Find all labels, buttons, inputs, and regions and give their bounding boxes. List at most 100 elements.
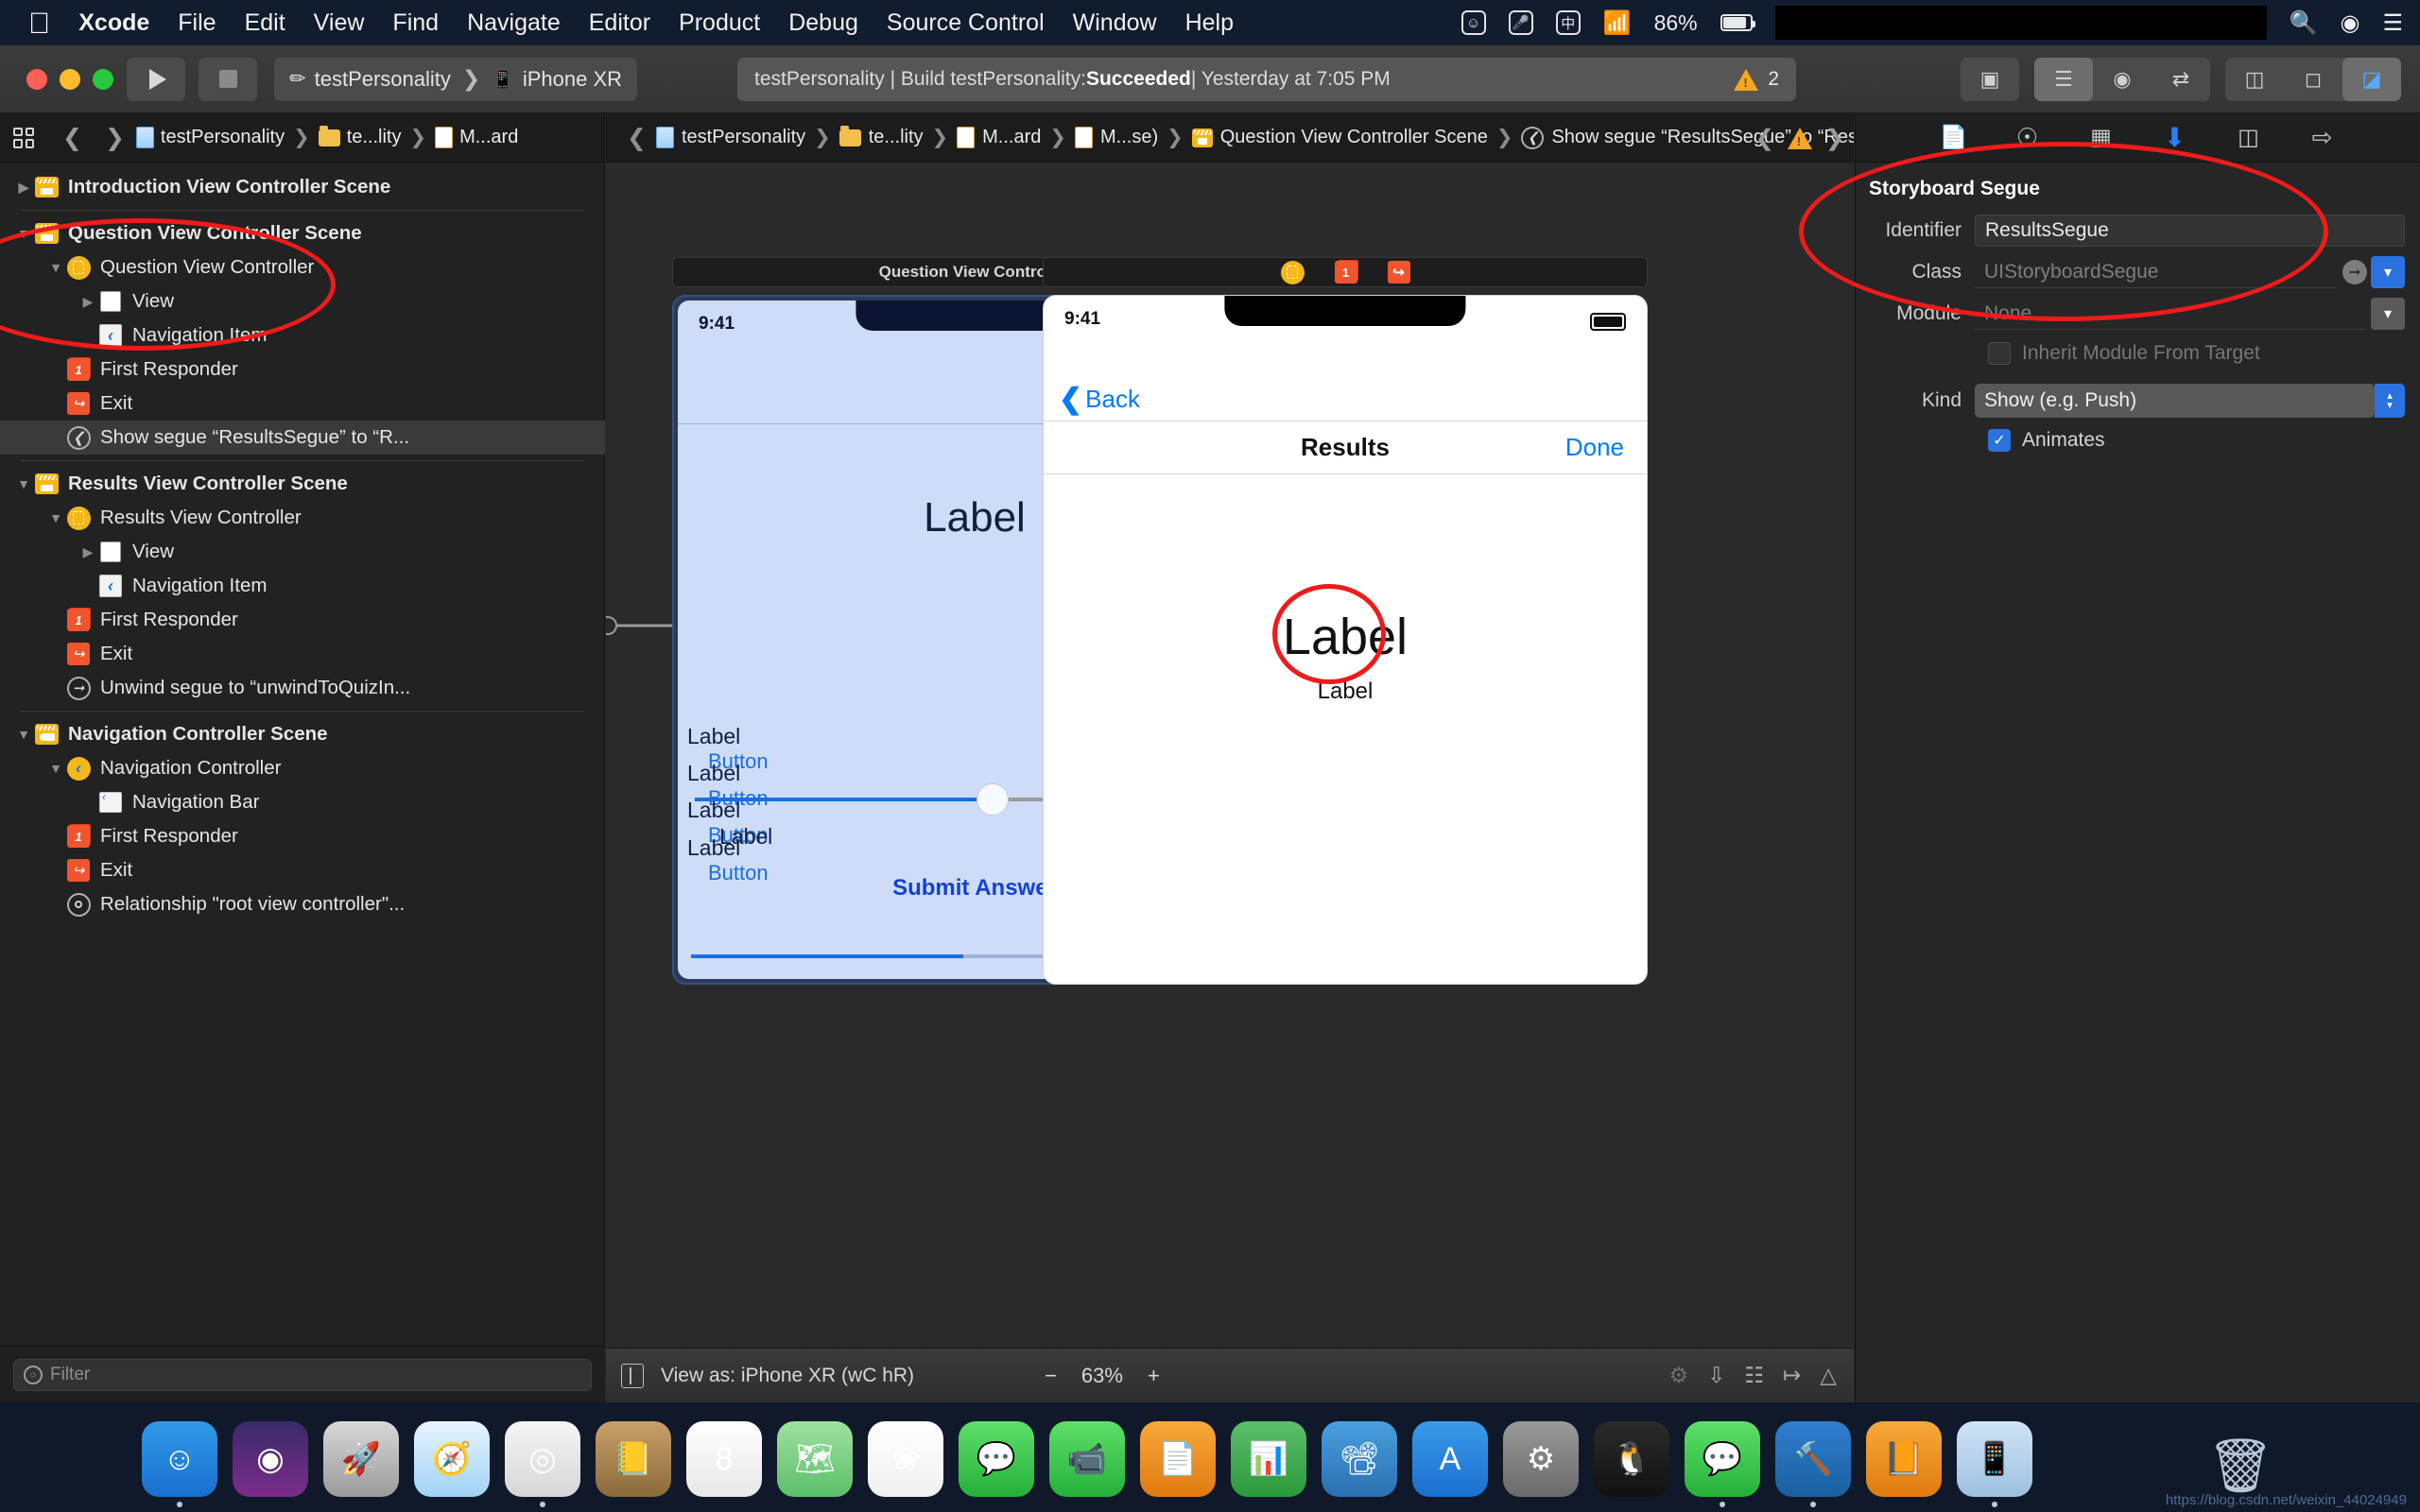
align-icon[interactable]: ☷ [1744,1363,1764,1388]
breadcrumb-storyboard[interactable]: M...ard [435,127,518,148]
grid-view-icon[interactable] [13,127,34,148]
library-button[interactable]: ▣ [1961,58,2019,101]
filter-input[interactable]: ○ Filter [13,1358,592,1391]
disclosure-triangle-expanded-icon[interactable]: ▼ [45,758,66,779]
menu-item-navigate[interactable]: Navigate [467,9,561,37]
close-window-button[interactable] [26,68,47,90]
jump-to-class-icon[interactable]: ➞ [2342,260,2367,284]
tree-row[interactable]: 1 First Responder [0,352,605,387]
disclosure-triangle-expanded-icon[interactable]: ▼ [45,507,66,528]
version-editor-button[interactable]: ⇄ [2152,58,2210,101]
size-inspector-icon[interactable]: ◫ [2233,123,2265,153]
view-as-label[interactable]: View as: iPhone XR (wC hR) [661,1365,914,1387]
animates-checkbox[interactable]: ✓ [1988,429,2011,452]
menu-item-window[interactable]: Window [1073,9,1157,37]
pin-icon[interactable]: ↦ [1783,1363,1801,1388]
results-view-controller-preview[interactable]: 9:41 ❮ Back Results Done Label Label [1043,295,1648,985]
editor-crumb-scene[interactable]: Question View Controller Scene [1191,127,1488,148]
activity-status-bar[interactable]: testPersonality | Build testPersonality:… [737,58,1796,101]
exit-icon[interactable]: ↪ [1387,261,1410,284]
tree-row[interactable]: ‹ Navigation Item [0,569,605,603]
dock-app-settings[interactable]: ⚙ [1503,1421,1579,1497]
disclosure-triangle-collapsed-icon[interactable]: ▶ [78,541,98,562]
assistant-editor-button[interactable]: ◉ [2093,58,2152,101]
warning-triangle-icon[interactable] [1787,127,1812,149]
tree-row[interactable]: 1 First Responder [0,819,605,853]
dock-app-appstore[interactable]: A [1412,1421,1488,1497]
menu-item-help[interactable]: Help [1185,9,1234,37]
dock-app-qq[interactable]: 🐧 [1594,1421,1669,1497]
class-input[interactable]: UIStoryboardSegue [1975,256,2337,288]
tree-row[interactable]: ▶ View [0,535,605,569]
interface-builder-canvas[interactable]: Question View Controller 9:41 Label Labe… [606,163,1854,1348]
tree-row[interactable]: ‹ Navigation Item [0,318,605,352]
embed-in-icon[interactable]: ⇩ [1707,1363,1725,1388]
run-button[interactable] [127,57,185,101]
back-arrow-icon[interactable]: ❮ [62,124,82,152]
dock-app-chrome[interactable]: ◎ [505,1421,580,1507]
module-input[interactable]: None [1975,298,2367,330]
editor-crumb-group[interactable]: te...lity [838,125,924,148]
device-bezel-toggle-icon[interactable] [621,1363,644,1388]
menu-item-debug[interactable]: Debug [788,9,858,37]
scheme-selector[interactable]: ✏ testPersonality ❯ 📱 iPhone XR [274,57,638,101]
dock-app-calendar[interactable]: 8 [686,1421,762,1497]
next-issue-icon[interactable]: ❯ [1825,125,1844,152]
wifi-icon[interactable]: 📶 [1603,9,1632,37]
first-responder-icon[interactable]: 1 [1334,261,1357,284]
tree-row[interactable]: ▼ Question View Controller [0,250,605,284]
back-button[interactable]: ❮ Back [1059,383,1140,416]
control-center-icon[interactable]: ☰ [2382,9,2403,37]
maximize-window-button[interactable] [93,68,113,90]
minimize-window-button[interactable] [60,68,80,90]
dock-app-pages[interactable]: 📄 [1140,1421,1216,1497]
menu-item-xcode[interactable]: Xcode [78,9,149,37]
right-scene-dock-bar[interactable]: 1 ↪ [1043,257,1648,287]
module-dropdown-button[interactable]: ▾ [2371,298,2405,330]
identity-inspector-icon[interactable]: ▦ [2085,123,2118,153]
tree-row[interactable]: ❮ Show segue “ResultsSegue” to “R... [0,421,605,455]
menu-item-editor[interactable]: Editor [589,9,650,37]
menu-item-source-control[interactable]: Source Control [887,9,1045,37]
tree-row[interactable]: ▼ Navigation Controller Scene [0,717,605,751]
menu-item-product[interactable]: Product [679,9,760,37]
dock-app-books[interactable]: 📙 [1866,1421,1942,1497]
storyboard-outline-tree[interactable]: ▶ Introduction View Controller Scene ▼ Ques… [0,163,605,1346]
disclosure-triangle-expanded-icon[interactable]: ▼ [13,724,34,745]
inherit-module-checkbox[interactable] [1988,342,2011,365]
toggle-inspector-button[interactable]: ◪ [2342,58,2401,101]
warning-indicator[interactable]: 2 [1734,68,1779,91]
tree-row[interactable]: ▼ Results View Controller Scene [0,467,605,501]
results-sub-label[interactable]: Label [1044,679,1647,705]
menu-item-file[interactable]: File [178,9,216,37]
variations-icon[interactable]: ⚙ [1668,1363,1688,1388]
battery-icon[interactable] [1720,14,1755,31]
toggle-navigator-button[interactable]: ◫ [2225,58,2284,101]
apple-logo-icon[interactable]:  [28,9,50,38]
search-icon[interactable]: 🔍 [2290,9,2318,37]
siri-icon[interactable]: ◉ [2341,9,2360,37]
menu-item-edit[interactable]: Edit [245,9,285,37]
editor-crumb-storyboard[interactable]: M...ard [957,127,1041,148]
tree-row[interactable]: ▼ Question View Controller Scene [0,216,605,250]
done-button[interactable]: Done [1565,433,1624,462]
tree-row[interactable]: ▼ Results View Controller [0,501,605,535]
toggle-debug-area-button[interactable]: ◻ [2284,58,2342,101]
editor-crumb-project[interactable]: testPersonality [655,127,805,148]
dock-app-wechat[interactable]: 💬 [1685,1421,1760,1507]
tree-row[interactable]: Navigation Bar [0,785,605,819]
dock-app-simulator[interactable]: 📱 [1957,1421,2032,1507]
kind-stepper-icon[interactable]: ▴ ▾ [2375,384,2405,418]
tree-row[interactable]: ▶ Introduction View Controller Scene [0,170,605,204]
quick-help-icon[interactable]: ☉ [2012,123,2044,153]
breadcrumb-project[interactable]: testPersonality [135,127,285,148]
connections-inspector-icon[interactable]: ⇨ [2307,123,2339,153]
tree-row[interactable]: 1 First Responder [0,603,605,637]
editor-crumb-storyboard2[interactable]: M...se) [1075,127,1158,148]
dock-app-contacts[interactable]: 📒 [596,1421,671,1497]
tree-row[interactable]: ↪ Exit [0,853,605,887]
breadcrumb-group[interactable]: te...lity [318,125,401,148]
stop-button[interactable] [199,57,257,101]
tree-row[interactable]: ↪ Exit [0,387,605,421]
dock-app-launchpad[interactable]: 🚀 [323,1421,399,1497]
